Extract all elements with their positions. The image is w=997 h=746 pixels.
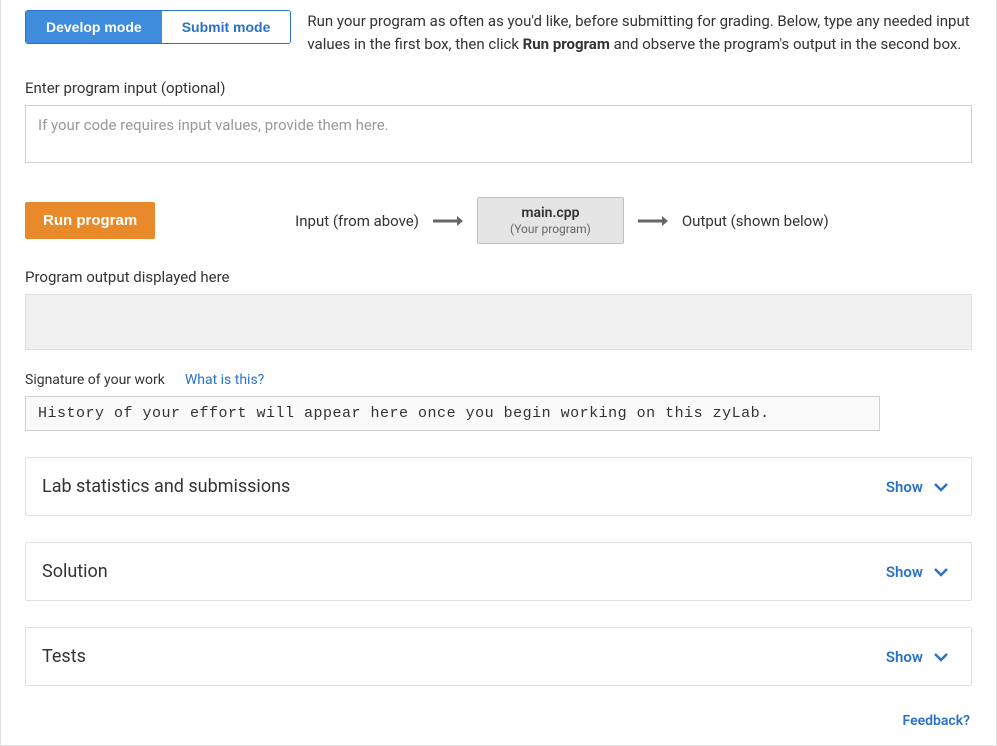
accordion-toggle[interactable]: Show <box>886 478 949 496</box>
accordion-toggle[interactable]: Show <box>886 563 949 581</box>
accordion-lab-statistics[interactable]: Lab statistics and submissions Show <box>25 457 972 516</box>
show-label: Show <box>886 648 923 666</box>
signature-row: Signature of your work What is this? <box>25 372 972 388</box>
what-is-this-link[interactable]: What is this? <box>185 372 264 388</box>
accordion-solution[interactable]: Solution Show <box>25 542 972 601</box>
show-label: Show <box>886 563 923 581</box>
input-flow-label: Input (from above) <box>295 212 419 230</box>
lab-panel: Develop mode Submit mode Run your progra… <box>0 0 997 746</box>
work-history-box: History of your effort will appear here … <box>25 396 880 431</box>
accordion-toggle[interactable]: Show <box>886 648 949 666</box>
program-filename: main.cpp <box>510 205 591 221</box>
output-label: Program output displayed here <box>25 268 972 286</box>
accordion-title: Solution <box>42 561 108 582</box>
program-input[interactable] <box>25 105 972 163</box>
feedback-row: Feedback? <box>1 686 996 729</box>
chevron-down-icon <box>933 482 949 492</box>
top-row: Develop mode Submit mode Run your progra… <box>1 0 996 55</box>
instructions-text: Run your program as often as you'd like,… <box>307 10 972 55</box>
chevron-down-icon <box>933 652 949 662</box>
instructions-bold: Run program <box>523 35 610 53</box>
signature-label: Signature of your work <box>25 372 165 388</box>
feedback-link[interactable]: Feedback? <box>903 713 970 729</box>
arrow-right-icon <box>638 215 668 227</box>
accordion-title: Lab statistics and submissions <box>42 476 290 497</box>
mode-tabs: Develop mode Submit mode <box>25 10 291 44</box>
accordion-tests[interactable]: Tests Show <box>25 627 972 686</box>
program-box: main.cpp (Your program) <box>477 197 624 244</box>
run-program-button[interactable]: Run program <box>25 202 155 239</box>
program-subtitle: (Your program) <box>510 222 591 236</box>
run-flow-row: Run program Input (from above) main.cpp … <box>25 197 972 244</box>
output-flow-label: Output (shown below) <box>682 212 829 230</box>
submit-mode-tab[interactable]: Submit mode <box>162 11 291 43</box>
show-label: Show <box>886 478 923 496</box>
develop-mode-tab[interactable]: Develop mode <box>26 11 162 43</box>
program-output <box>25 294 972 350</box>
arrow-right-icon <box>433 215 463 227</box>
accordion-title: Tests <box>42 646 86 667</box>
instructions-part2: and observe the program's output in the … <box>610 35 961 53</box>
input-label: Enter program input (optional) <box>25 79 972 97</box>
chevron-down-icon <box>933 567 949 577</box>
